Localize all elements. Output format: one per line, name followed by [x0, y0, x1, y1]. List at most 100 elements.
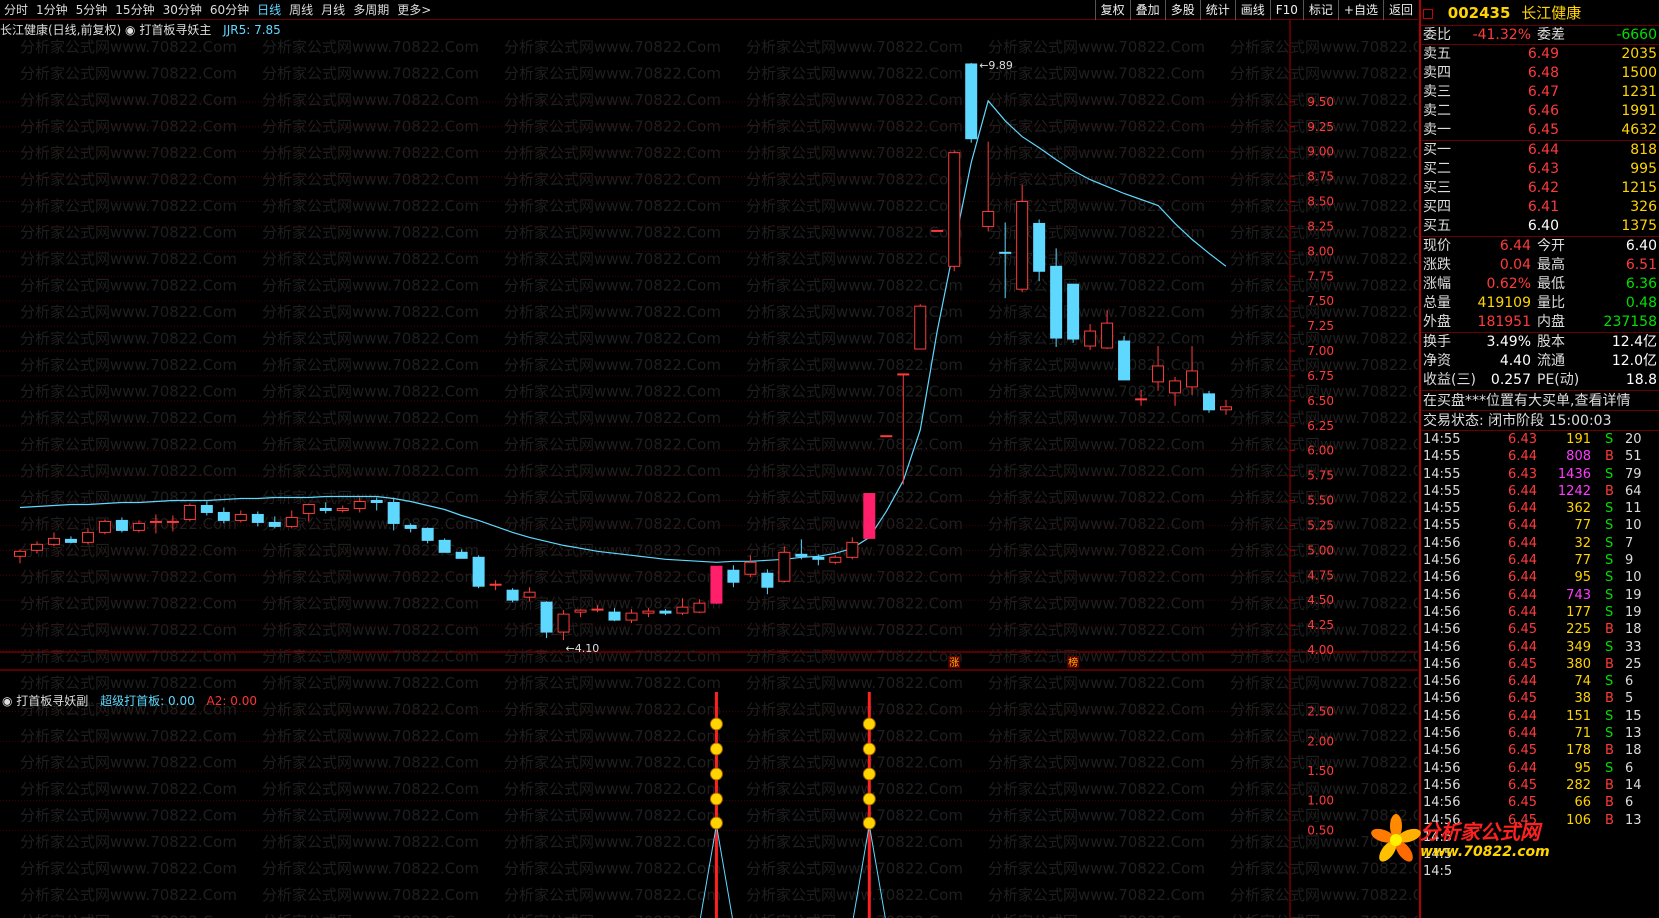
sub-chart-info: ◉ 打首板寻妖副 超级打首板: 0.00 A2: 0.00: [2, 693, 257, 709]
y-tick-label: 9.50: [1307, 95, 1334, 109]
watermark-text: 分析家公式网www.70822.Com: [504, 833, 721, 851]
watermark-text: 分析家公式网www.70822.Com: [988, 727, 1205, 745]
bid-volume: 326: [1630, 199, 1657, 215]
tick-price: 6.44: [1508, 449, 1537, 465]
sub-indicator-name[interactable]: ◉ 打首板寻妖副: [2, 694, 88, 708]
watermark-text: 分析家公式网www.70822.Com: [20, 860, 237, 878]
alert-message[interactable]: 在买盘***位置有大买单,查看详情: [1421, 391, 1659, 411]
period-tab-5[interactable]: 60分钟: [206, 1, 253, 19]
candle-body: [744, 561, 757, 575]
money-bag-icon: [709, 792, 723, 806]
tool-button-5[interactable]: F10: [1269, 0, 1303, 20]
tick-row: 14:56 6.44 743 S 19: [1421, 587, 1659, 604]
bid-price: 6.43: [1527, 161, 1559, 177]
tool-button-2[interactable]: 多股: [1164, 0, 1200, 20]
candle-body: [319, 507, 332, 511]
tick-row: 14:56 6.45 38 B 5: [1421, 690, 1659, 707]
watermark-text: 分析家公式网www.70822.Com: [988, 462, 1205, 480]
site-logo: 分析家公式网 www.70822.com: [1368, 806, 1658, 916]
watermark-text: 分析家公式网www.70822.Com: [20, 197, 237, 215]
period-tab-1[interactable]: 1分钟: [32, 1, 72, 19]
tick-side: B: [1605, 743, 1614, 759]
tick-price: 6.45: [1508, 743, 1537, 759]
period-tab-2[interactable]: 5分钟: [72, 1, 112, 19]
stat-value: 6.51: [1625, 257, 1657, 273]
watermark-text: 分析家公式网www.70822.Com: [504, 860, 721, 878]
watermark-text: 分析家公式网www.70822.Com: [504, 807, 721, 825]
candle-body: [931, 229, 944, 232]
period-tab-10[interactable]: 更多>: [393, 1, 435, 19]
candle-body: [183, 504, 196, 520]
stock-title: 002435 长江健康: [1421, 0, 1659, 26]
period-tab-3[interactable]: 15分钟: [111, 1, 158, 19]
tick-row: 14:56 6.44 71 S 13: [1421, 725, 1659, 742]
candle-body: [489, 583, 502, 586]
tick-volume: 349: [1566, 639, 1591, 655]
tick-volume: 77: [1574, 518, 1591, 534]
watermark-text: 分析家公式网www.70822.Com: [504, 171, 721, 189]
tick-count: 15: [1625, 708, 1642, 724]
kline-chart[interactable]: 分析家公式网www.70822.Com 分析家公式网www.70822.Com 分析…: [0, 20, 1418, 918]
tool-button-0[interactable]: 复权: [1094, 0, 1130, 20]
tick-count: 10: [1625, 518, 1642, 534]
watermark-text: 分析家公式网www.70822.Com: [262, 197, 479, 215]
candle-body: [30, 543, 43, 551]
watermark-text: 分析家公式网www.70822.Com: [262, 913, 479, 918]
ask-price: 6.48: [1527, 65, 1559, 81]
bid-row: 买二 6.43 995: [1421, 160, 1659, 179]
watermark-text: 分析家公式网www.70822.Com: [746, 595, 963, 613]
tool-button-3[interactable]: 统计: [1199, 0, 1235, 20]
tick-side: B: [1605, 622, 1614, 638]
watermark-text: 分析家公式网www.70822.Com: [20, 621, 237, 639]
ask-label: 卖一: [1423, 122, 1451, 138]
collapse-icon[interactable]: [1423, 8, 1433, 19]
tool-button-1[interactable]: 叠加: [1129, 0, 1165, 20]
bid-row: 买一 6.44 818: [1421, 141, 1659, 160]
watermark-text: 分析家公式网www.70822.Com: [1230, 38, 1418, 56]
weicha-value: -6660: [1616, 27, 1657, 43]
candle-body: [1186, 370, 1199, 388]
stat-row: 现价 6.44 今开 6.40: [1421, 237, 1659, 256]
tick-side: B: [1605, 777, 1614, 793]
watermark-text: 分析家公式网www.70822.Com: [988, 489, 1205, 507]
period-tab-9[interactable]: 多周期: [349, 1, 393, 19]
period-tab-4[interactable]: 30分钟: [159, 1, 206, 19]
y-tick-label: 6.25: [1307, 419, 1334, 433]
sub-y-tick-label: 2.00: [1307, 734, 1334, 748]
tool-button-6[interactable]: 标记: [1302, 0, 1338, 20]
tick-count: 9: [1625, 553, 1634, 569]
ask-label: 卖四: [1423, 65, 1451, 81]
tick-volume: 225: [1566, 622, 1591, 638]
watermark-text: 分析家公式网www.70822.Com: [988, 860, 1205, 878]
weibi-label: 委比: [1423, 27, 1451, 43]
tick-side: S: [1605, 501, 1614, 517]
period-tab-8[interactable]: 月线: [317, 1, 349, 19]
candle-body: [1203, 393, 1216, 411]
tick-count: 19: [1625, 587, 1642, 603]
candle-body: [1067, 283, 1080, 340]
period-tab-0[interactable]: 分时: [0, 1, 32, 19]
watermark-text: 分析家公式网www.70822.Com: [988, 674, 1205, 692]
watermark-text: 分析家公式网www.70822.Com: [988, 595, 1205, 613]
watermark-text: 分析家公式网www.70822.Com: [20, 38, 237, 56]
watermark-text: 分析家公式网www.70822.Com: [262, 833, 479, 851]
candle-body: [863, 493, 876, 539]
candle-body: [370, 500, 383, 503]
period-tab-7[interactable]: 周线: [285, 1, 317, 19]
y-tick-label: 6.50: [1307, 394, 1334, 408]
y-tick-label: 6.75: [1307, 369, 1334, 383]
stat-row: 外盘 181951 内盘 237158: [1421, 313, 1659, 332]
tick-count: 79: [1625, 466, 1642, 482]
watermark-text: 分析家公式网www.70822.Com: [746, 409, 963, 427]
stat-row: 涨幅 0.62% 最低 6.36: [1421, 275, 1659, 294]
tool-button-4[interactable]: 画线: [1234, 0, 1270, 20]
tool-button-7[interactable]: +自选: [1337, 0, 1383, 20]
stat-label: 涨跌: [1423, 257, 1451, 273]
period-tab-6[interactable]: 日线: [253, 1, 285, 19]
stat-label: 最高: [1537, 257, 1565, 273]
candle-body: [1135, 398, 1148, 401]
weibi-value: -41.32%: [1472, 27, 1531, 43]
tool-button-8[interactable]: 返回: [1382, 0, 1418, 20]
indicator-dropdown[interactable]: ◉ 打首板寻妖主: [125, 23, 211, 37]
tick-time: 14:56: [1423, 570, 1461, 586]
